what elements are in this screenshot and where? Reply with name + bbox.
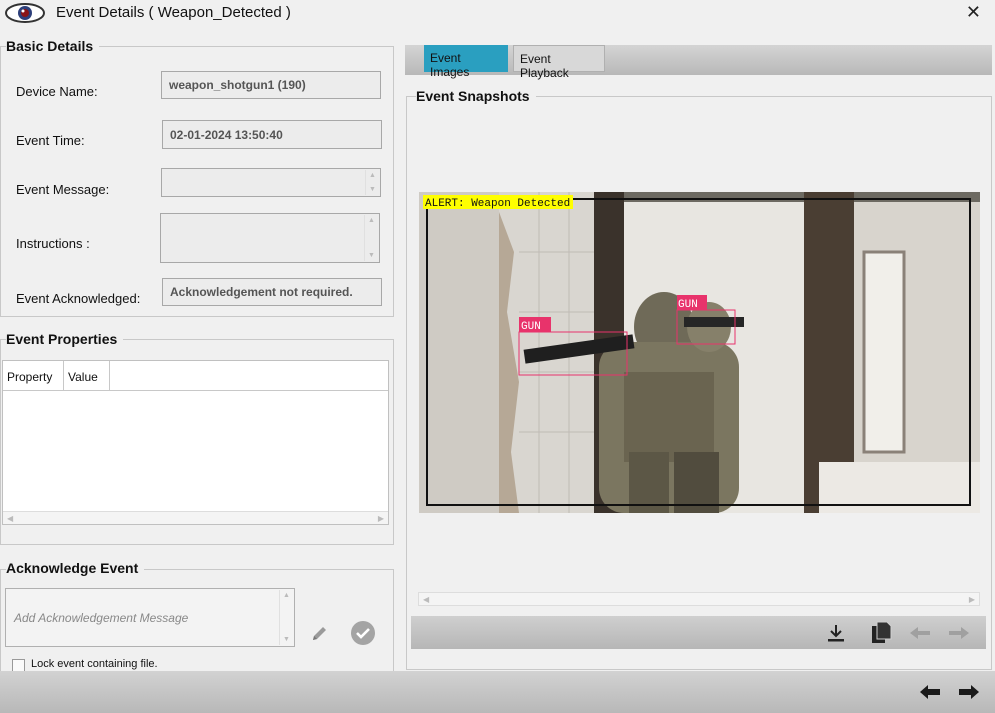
snapshots-hscrollbar[interactable]: ◀ ▶ xyxy=(418,592,980,606)
basic-details-heading: Basic Details xyxy=(6,38,100,54)
event-message-field[interactable]: ▲ ▼ xyxy=(161,168,381,197)
footer-bar xyxy=(0,671,995,713)
tab-event-images[interactable]: Event Images xyxy=(424,45,508,79)
tab-bar: Event Images Event Playback xyxy=(405,45,992,80)
scroll-right-icon[interactable]: ▶ xyxy=(378,514,384,523)
detection-label-2: GUN xyxy=(678,299,698,311)
event-acknowledged-field[interactable]: Acknowledgement not required. xyxy=(162,278,382,306)
copy-icon[interactable] xyxy=(869,620,893,646)
event-time-label: Event Time: xyxy=(16,133,85,148)
close-icon[interactable]: ✕ xyxy=(966,2,981,23)
snapshot-toolbar xyxy=(411,616,986,649)
acknowledge-message-input[interactable]: Add Acknowledgement Message xyxy=(5,588,295,647)
column-header-value[interactable]: Value xyxy=(64,361,110,390)
arrow-left-icon[interactable] xyxy=(918,683,942,701)
column-header-property[interactable]: Property xyxy=(3,361,64,390)
lock-event-label: Lock event containing file. xyxy=(31,658,158,670)
scroll-down-icon[interactable]: ▼ xyxy=(368,252,375,259)
instructions-label: Instructions : xyxy=(16,236,90,251)
scroll-down-icon[interactable]: ▼ xyxy=(369,186,376,193)
properties-hscrollbar[interactable]: ◀ ▶ xyxy=(3,511,388,524)
event-time-field[interactable]: 02-01-2024 13:50:40 xyxy=(162,120,382,149)
event-properties-heading: Event Properties xyxy=(6,331,124,347)
scroll-down-icon[interactable]: ▼ xyxy=(283,636,290,643)
event-snapshot-image[interactable]: ALERT: Weapon Detected GUN GUN xyxy=(419,192,980,513)
event-message-scrollbar[interactable]: ▲ ▼ xyxy=(365,170,379,195)
arrow-right-icon[interactable] xyxy=(957,683,981,701)
instructions-field[interactable]: ▲ ▼ xyxy=(160,213,380,263)
detection-label-1: GUN xyxy=(521,321,541,333)
check-circle-icon[interactable] xyxy=(350,620,376,646)
event-message-label: Event Message: xyxy=(16,182,110,197)
title-bar: Event Details ( Weapon_Detected ) ✕ xyxy=(0,0,995,27)
ack-input-scrollbar[interactable]: ▲ ▼ xyxy=(279,590,293,645)
scroll-right-icon[interactable]: ▶ xyxy=(969,595,975,604)
arrow-right-icon[interactable] xyxy=(947,625,971,641)
scroll-up-icon[interactable]: ▲ xyxy=(283,592,290,599)
scroll-up-icon[interactable]: ▲ xyxy=(369,172,376,179)
download-icon[interactable] xyxy=(825,622,847,644)
table-header: Property Value xyxy=(3,361,388,391)
scroll-up-icon[interactable]: ▲ xyxy=(368,217,375,224)
pencil-icon[interactable] xyxy=(310,623,330,643)
window-title: Event Details ( Weapon_Detected ) xyxy=(56,4,291,21)
acknowledge-heading: Acknowledge Event xyxy=(6,560,145,576)
snapshot-scene: ALERT: Weapon Detected GUN GUN xyxy=(419,192,980,513)
instructions-scrollbar[interactable]: ▲ ▼ xyxy=(364,215,378,261)
arrow-left-icon[interactable] xyxy=(908,625,932,641)
event-snapshots-heading: Event Snapshots xyxy=(416,88,536,104)
device-name-field[interactable]: weapon_shotgun1 (190) xyxy=(161,71,381,99)
alert-label: ALERT: Weapon Detected xyxy=(425,198,570,210)
device-name-label: Device Name: xyxy=(16,84,98,99)
scroll-left-icon[interactable]: ◀ xyxy=(7,514,13,523)
properties-table[interactable]: Property Value ◀ ▶ xyxy=(2,360,389,525)
tab-event-playback[interactable]: Event Playback xyxy=(513,45,605,80)
scroll-left-icon[interactable]: ◀ xyxy=(423,595,429,604)
event-acknowledged-label: Event Acknowledged: xyxy=(16,291,141,306)
eye-icon xyxy=(5,3,45,23)
